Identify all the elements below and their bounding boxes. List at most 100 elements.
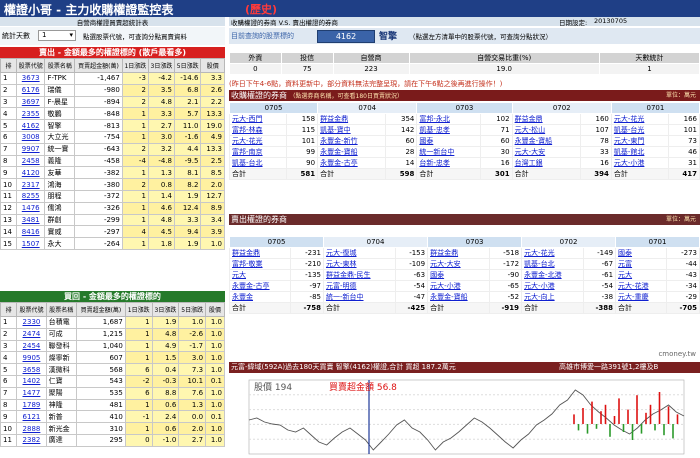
broker-link[interactable]: 富邦-南京 xyxy=(229,146,287,158)
stock-code-link[interactable]: 1476 xyxy=(15,201,46,215)
stock-code-link[interactable]: 2454 xyxy=(16,339,47,353)
sum-label: 合計 xyxy=(511,168,581,180)
table-cell: -0.3 xyxy=(151,374,180,388)
broker-link[interactable]: 群益金鼎 xyxy=(511,113,581,125)
buy-brokers-header: 收購權證的券商 （點選券商名稱，可查看180日買賣狀況） 單位：萬元 xyxy=(229,90,700,101)
stock-code-link[interactable]: 6121 xyxy=(16,410,47,424)
broker-row: 富邦-南京 99 永豐金-寶船 28 統一新台中 30 元大-大安 33 凱基-館北 46 xyxy=(229,146,700,158)
broker-link[interactable]: 元大-花光 xyxy=(521,247,584,259)
broker-link[interactable]: 群益金鼎 xyxy=(228,247,292,259)
stock-code-link[interactable]: 3673 xyxy=(15,72,46,85)
broker-link[interactable]: 元大-向上 xyxy=(521,291,584,303)
broker-link[interactable]: 元大-大安 xyxy=(427,258,490,270)
date-value[interactable]: 20130705 xyxy=(594,17,627,25)
broker-link[interactable]: 永豐金-古亭 xyxy=(228,280,292,292)
broker-link[interactable]: 富邦-林森 xyxy=(229,124,287,136)
stock-code-link[interactable]: 9905 xyxy=(16,351,47,365)
broker-link[interactable]: 永豐金-古亭 xyxy=(317,157,387,169)
sum-value: 598 xyxy=(385,168,418,180)
broker-link[interactable]: 富邦-敬業 xyxy=(228,258,292,270)
stock-code-link[interactable]: 1402 xyxy=(16,374,47,388)
broker-link[interactable]: 國泰 xyxy=(615,247,668,259)
sum-value: -919 xyxy=(488,302,523,314)
table-cell: 5 xyxy=(0,119,17,132)
broker-link[interactable]: 元大-小港 xyxy=(610,157,669,169)
table-cell: 1 xyxy=(121,166,149,180)
broker-link[interactable]: 元大-大安 xyxy=(511,146,581,158)
broker-link[interactable]: 永豐金-新竹 xyxy=(317,135,387,147)
broker-link[interactable]: 永豐金 xyxy=(228,291,292,303)
stock-code-link[interactable]: 4162 xyxy=(15,119,46,132)
broker-link[interactable]: 元大 xyxy=(228,269,292,281)
broker-link[interactable]: 元富-明德 xyxy=(322,280,396,292)
stock-code-link[interactable]: 4120 xyxy=(15,166,46,180)
broker-link[interactable]: 元大 xyxy=(615,269,668,281)
sum-row: 合計 -758 合計 -425 合計 -919 合計 -388 合計 -705 xyxy=(228,302,700,314)
broker-link[interactable]: 凱基-忠孝 xyxy=(416,124,482,136)
stock-code-link[interactable]: 2330 xyxy=(16,316,47,329)
broker-link[interactable]: 群益金鼎 xyxy=(317,113,387,125)
broker-link[interactable]: 元大-小港 xyxy=(521,280,584,292)
broker-link[interactable]: 群益金鼎 xyxy=(427,247,490,259)
broker-link[interactable]: 元大-東林 xyxy=(322,258,396,270)
stock-code-link[interactable]: 2888 xyxy=(16,422,47,435)
broker-link[interactable]: 台灣工銀 xyxy=(511,157,581,169)
broker-link[interactable]: 富邦-永北 xyxy=(416,113,482,125)
table-row: 7 9907 統一實 -643 2 3.2 4.4 13.3 xyxy=(0,142,225,156)
stock-code-link[interactable]: 8416 xyxy=(15,225,46,239)
stock-code-link[interactable]: 2458 xyxy=(15,154,46,168)
days-select[interactable]: 1 ▾ xyxy=(38,30,76,41)
buy-brokers-title: 收購權證的券商 xyxy=(231,91,287,100)
stock-code-link[interactable]: 1477 xyxy=(16,386,47,400)
date-header: 0702 xyxy=(521,236,617,248)
stock-code-link[interactable]: 3008 xyxy=(15,130,46,144)
table-cell: -848 xyxy=(74,107,123,121)
stock-code-link[interactable]: 1507 xyxy=(15,237,46,250)
broker-link[interactable]: 永豐金-寶船 xyxy=(511,135,581,147)
stock-code-link[interactable]: 8255 xyxy=(15,189,46,203)
broker-link[interactable]: 國泰 xyxy=(416,135,482,147)
stock-code-link[interactable]: 2355 xyxy=(15,107,46,121)
broker-link[interactable]: 凱基-台光 xyxy=(610,124,669,136)
stock-code-link[interactable]: 3658 xyxy=(16,363,47,376)
broker-link[interactable]: 元大-松山 xyxy=(511,124,581,136)
broker-link[interactable]: 元大-西門 xyxy=(229,113,287,125)
column-header: 股票代號 xyxy=(15,58,46,73)
table-cell: 台積電 xyxy=(45,316,78,329)
table-row: 4 2355 敬鵬 -848 1 3.3 5.7 13.3 xyxy=(0,107,225,121)
broker-link[interactable]: 永豐金-北港 xyxy=(521,269,584,281)
broker-link[interactable]: 群益金鼎-民生 xyxy=(322,269,396,281)
broker-link[interactable]: 國泰 xyxy=(427,269,490,281)
broker-link[interactable]: 元大-小港 xyxy=(427,280,490,292)
broker-link[interactable]: 統一-新台中 xyxy=(322,291,396,303)
broker-link[interactable]: 元大-花港 xyxy=(615,280,668,292)
stock-code-link[interactable]: 2382 xyxy=(16,433,47,447)
table-cell: 新普 xyxy=(45,410,78,424)
broker-link[interactable]: 元大-東門 xyxy=(610,135,669,147)
table-cell: 神隆 xyxy=(45,398,78,412)
broker-link[interactable]: 台新-忠孝 xyxy=(416,157,482,169)
stock-code-link[interactable]: 9907 xyxy=(15,142,46,156)
stock-code-link[interactable]: 6176 xyxy=(15,83,46,97)
broker-link[interactable]: 凱基-台北 xyxy=(229,157,287,169)
broker-link[interactable]: 元大-復城 xyxy=(322,247,396,259)
broker-link[interactable]: 永豐金-寶船 xyxy=(317,146,387,158)
stock-code-link[interactable]: 3697 xyxy=(15,95,46,109)
broker-link[interactable]: 元大-重慶 xyxy=(615,291,668,303)
broker-link[interactable]: 凱基-館北 xyxy=(610,146,669,158)
stock-code-link[interactable]: 2317 xyxy=(15,178,46,191)
broker-link[interactable]: 凱基-寶中 xyxy=(317,124,387,136)
table-cell: -382 xyxy=(74,166,123,180)
broker-link[interactable]: 元大-花光 xyxy=(610,113,669,125)
broker-link[interactable]: 元大-花光 xyxy=(229,135,287,147)
stock-code-input[interactable]: 4162 xyxy=(317,30,375,43)
stock-code-link[interactable]: 2474 xyxy=(16,327,47,341)
broker-link[interactable]: 元富 xyxy=(615,258,668,270)
table-cell: 3.0 xyxy=(178,351,207,365)
broker-amount: -172 xyxy=(488,258,523,270)
broker-link[interactable]: 永豐金-寶船 xyxy=(427,291,490,303)
broker-link[interactable]: 統一新台中 xyxy=(416,146,482,158)
stock-code-link[interactable]: 1789 xyxy=(16,398,47,412)
broker-link[interactable]: 凱基-台北 xyxy=(521,258,584,270)
stock-code-link[interactable]: 3481 xyxy=(15,213,46,227)
